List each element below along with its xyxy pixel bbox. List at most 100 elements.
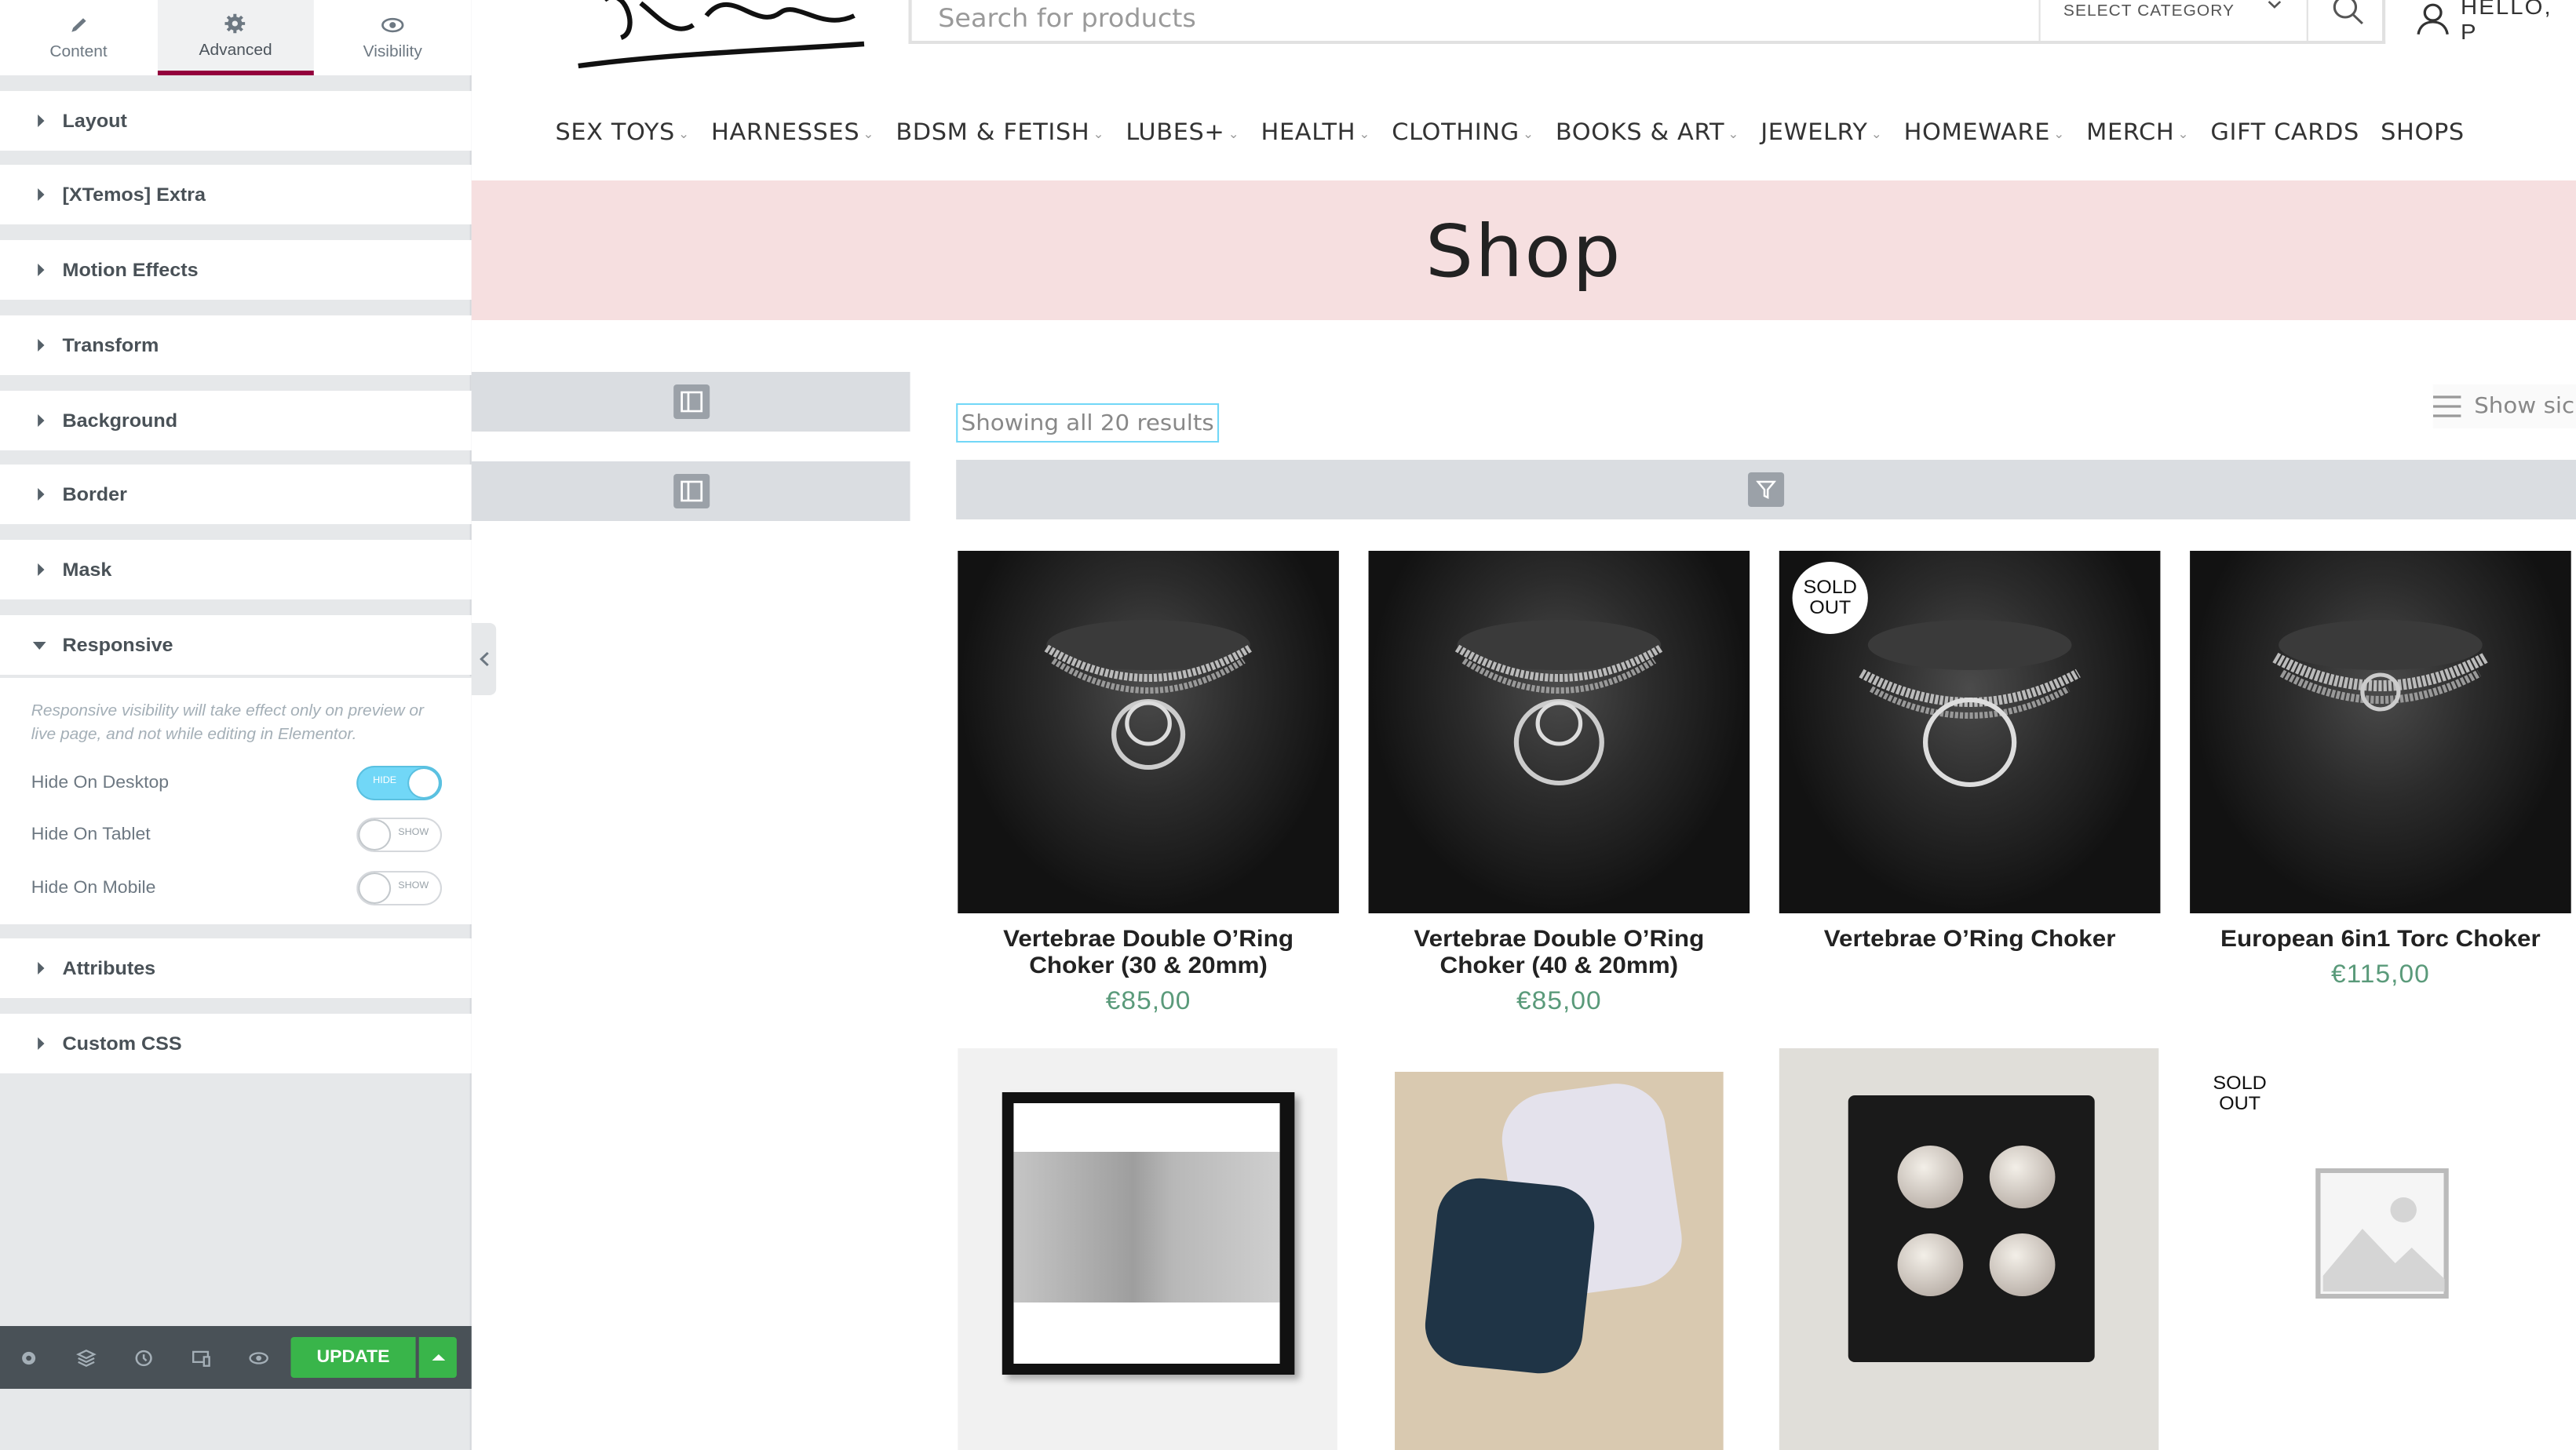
category-select-value: SELECT CATEGORY [2063,3,2235,20]
section-responsive[interactable]: Responsive [0,615,472,675]
responsive-mode-button[interactable] [173,1326,230,1389]
section-attributes[interactable]: Attributes [0,938,472,998]
sold-out-text: SOLD [1803,576,1857,598]
results-count: Showing all 20 results [956,403,1220,443]
product-image-framed-print[interactable] [958,1048,1337,1450]
section-label: [XTemos] Extra [62,184,206,206]
product-title-line: Choker (40 & 20mm) [1439,953,1679,979]
caret-right-icon [38,264,45,276]
save-options-button[interactable] [418,1337,457,1378]
product-title[interactable]: Vertebrae Double O’Ring Choker (30 & 20mm… [958,926,1339,979]
site-logo[interactable] [575,0,871,72]
product-image-fabric-pads[interactable] [1395,1072,1724,1450]
category-select[interactable]: SELECT CATEGORY [2038,0,2305,41]
chevron-down-icon [2268,1,2282,9]
hide-on-desktop-toggle[interactable]: HIDE [356,766,443,800]
section-label: Attributes [62,957,156,979]
search-input[interactable]: Search for products [938,3,1196,33]
product-title[interactable]: Vertebrae O’Ring Choker [1779,926,2161,953]
product-card-placeholder[interactable]: SOLD OUT [2190,1048,2571,1450]
show-sidebar-button[interactable]: Show sic [2432,384,2576,428]
section-xtemos-extra[interactable]: [XTemos] Extra [0,165,472,224]
sold-out-text: OUT [2219,1092,2261,1114]
nav-item-clothing[interactable]: CLOTHING ⌄ [1392,121,1534,146]
caret-up-icon [431,1354,445,1361]
sidebar-placeholder-1[interactable] [471,372,910,432]
section-motion-effects[interactable]: Motion Effects [0,240,472,300]
panel-collapse-button[interactable] [471,623,497,695]
nav-item-homeware[interactable]: HOMEWARE ⌄ [1904,121,2065,146]
hide-on-tablet-toggle[interactable]: SHOW [356,818,443,852]
product-title[interactable]: European 6in1 Torc Choker [2190,926,2571,953]
pencil-icon [71,18,86,32]
caret-right-icon [38,414,45,427]
account-link[interactable]: HELLO, P [2417,0,2576,44]
nav-item-gift-cards[interactable]: GIFT CARDS [2210,121,2359,146]
chevron-left-icon [479,651,488,667]
caret-right-icon [38,563,45,576]
sold-out-text: OUT [1809,596,1852,618]
navigator-button[interactable] [57,1326,115,1389]
product-image-leather-cuff[interactable] [1779,1048,2159,1450]
sidebar-widget-icon [673,384,710,419]
nav-item-shops[interactable]: SHOPS [2381,121,2465,146]
nav-item-harnesses[interactable]: HARNESSES ⌄ [711,121,874,146]
sidebar-placeholder-2[interactable] [471,461,910,521]
nav-item-books-art[interactable]: BOOKS & ART ⌄ [1556,121,1739,146]
tab-advanced[interactable]: Advanced [157,0,315,75]
section-label: Mask [62,559,112,581]
toggle-knob [409,769,439,797]
hide-on-desktop-control: Hide On Desktop HIDE [31,766,443,800]
sidebar-widget-icon [673,474,710,508]
update-button[interactable]: UPDATE [290,1337,416,1378]
toggle-knob [359,874,390,902]
section-label: Border [62,483,127,505]
section-border[interactable]: Border [0,465,472,524]
chevron-down-icon: ⌄ [2053,126,2065,140]
tab-content[interactable]: Content [0,0,157,75]
nav-item-merch[interactable]: MERCH ⌄ [2086,121,2189,146]
nav-item-health[interactable]: HEALTH ⌄ [1261,121,1371,146]
product-title[interactable]: Vertebrae Double O’Ring Choker (40 & 20mm… [1369,926,1750,979]
chevron-down-icon: ⌄ [1359,126,1371,140]
control-label: Hide On Mobile [31,879,156,898]
nav-item-label: HEALTH [1261,121,1356,146]
placeholder-image-icon [2315,1168,2449,1299]
tab-visibility[interactable]: Visibility [314,0,471,75]
nav-item-label: GIFT CARDS [2210,121,2359,146]
eye-icon [381,17,404,33]
gear-icon [225,13,246,33]
chevron-down-icon: ⌄ [1728,126,1740,140]
nav-item-label: MERCH [2086,121,2175,146]
product-price: €115,00 [2330,962,2430,989]
product-title-line: Choker (30 & 20mm) [1029,953,1268,979]
history-icon [135,1349,152,1366]
section-custom-css[interactable]: Custom CSS [0,1014,472,1073]
chevron-down-icon: ⌄ [1228,126,1240,140]
product-price: €85,00 [1516,989,1602,1015]
hide-on-mobile-toggle[interactable]: SHOW [356,871,443,905]
nav-item-sex-toys[interactable]: SEX TOYS ⌄ [555,121,689,146]
section-label: Custom CSS [62,1033,182,1055]
product-image-choker[interactable] [1368,551,1750,913]
search-button[interactable] [2306,0,2385,41]
nav-item-bdsm-fetish[interactable]: BDSM & FETISH ⌄ [896,121,1104,146]
caret-right-icon [38,1037,45,1050]
preview-button[interactable] [230,1326,287,1389]
section-transform[interactable]: Transform [0,315,472,375]
nav-item-lubes[interactable]: LUBES+ ⌄ [1126,121,1239,146]
settings-button[interactable] [0,1326,57,1389]
preview-eye-icon [249,1351,268,1364]
history-button[interactable] [115,1326,173,1389]
nav-item-label: BOOKS & ART [1555,121,1725,146]
nav-item-jewelry[interactable]: JEWELRY ⌄ [1761,121,1882,146]
section-layout[interactable]: Layout [0,91,472,151]
toggle-knob [359,821,390,849]
product-image-choker[interactable] [958,551,1339,913]
responsive-mode-icon [192,1350,210,1366]
section-background[interactable]: Background [0,391,472,450]
caret-down-icon [32,641,46,649]
section-mask[interactable]: Mask [0,540,472,599]
product-image-choker[interactable] [2190,551,2571,913]
filter-bar-placeholder[interactable] [956,460,2576,519]
